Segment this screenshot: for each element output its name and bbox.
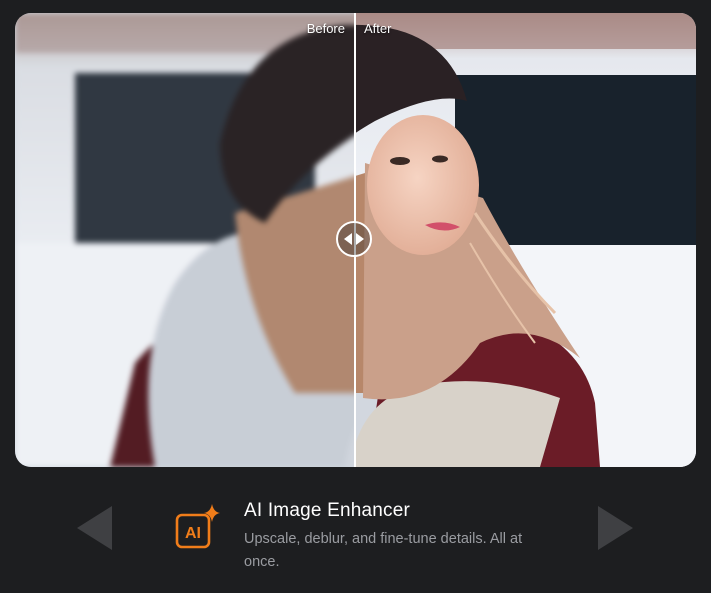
page: Before After AI AI Image Enhancer Upscal <box>0 0 711 593</box>
before-after-comparison[interactable]: Before After <box>15 13 696 467</box>
triangle-left-icon <box>77 506 113 554</box>
feature-title: AI Image Enhancer <box>244 500 411 521</box>
next-feature-button[interactable] <box>597 506 633 550</box>
before-label: Before <box>306 21 345 36</box>
after-label: After <box>364 21 392 36</box>
ai-icon-text: AI <box>185 525 201 542</box>
ai-enhancer-icon: AI <box>175 503 223 551</box>
feature-description: Upscale, deblur, and fine-tune details. … <box>244 531 523 570</box>
triangle-right-icon <box>597 506 633 554</box>
split-drag-handle[interactable] <box>336 221 372 257</box>
left-right-arrows-icon <box>343 232 365 246</box>
previous-feature-button[interactable] <box>77 506 113 550</box>
